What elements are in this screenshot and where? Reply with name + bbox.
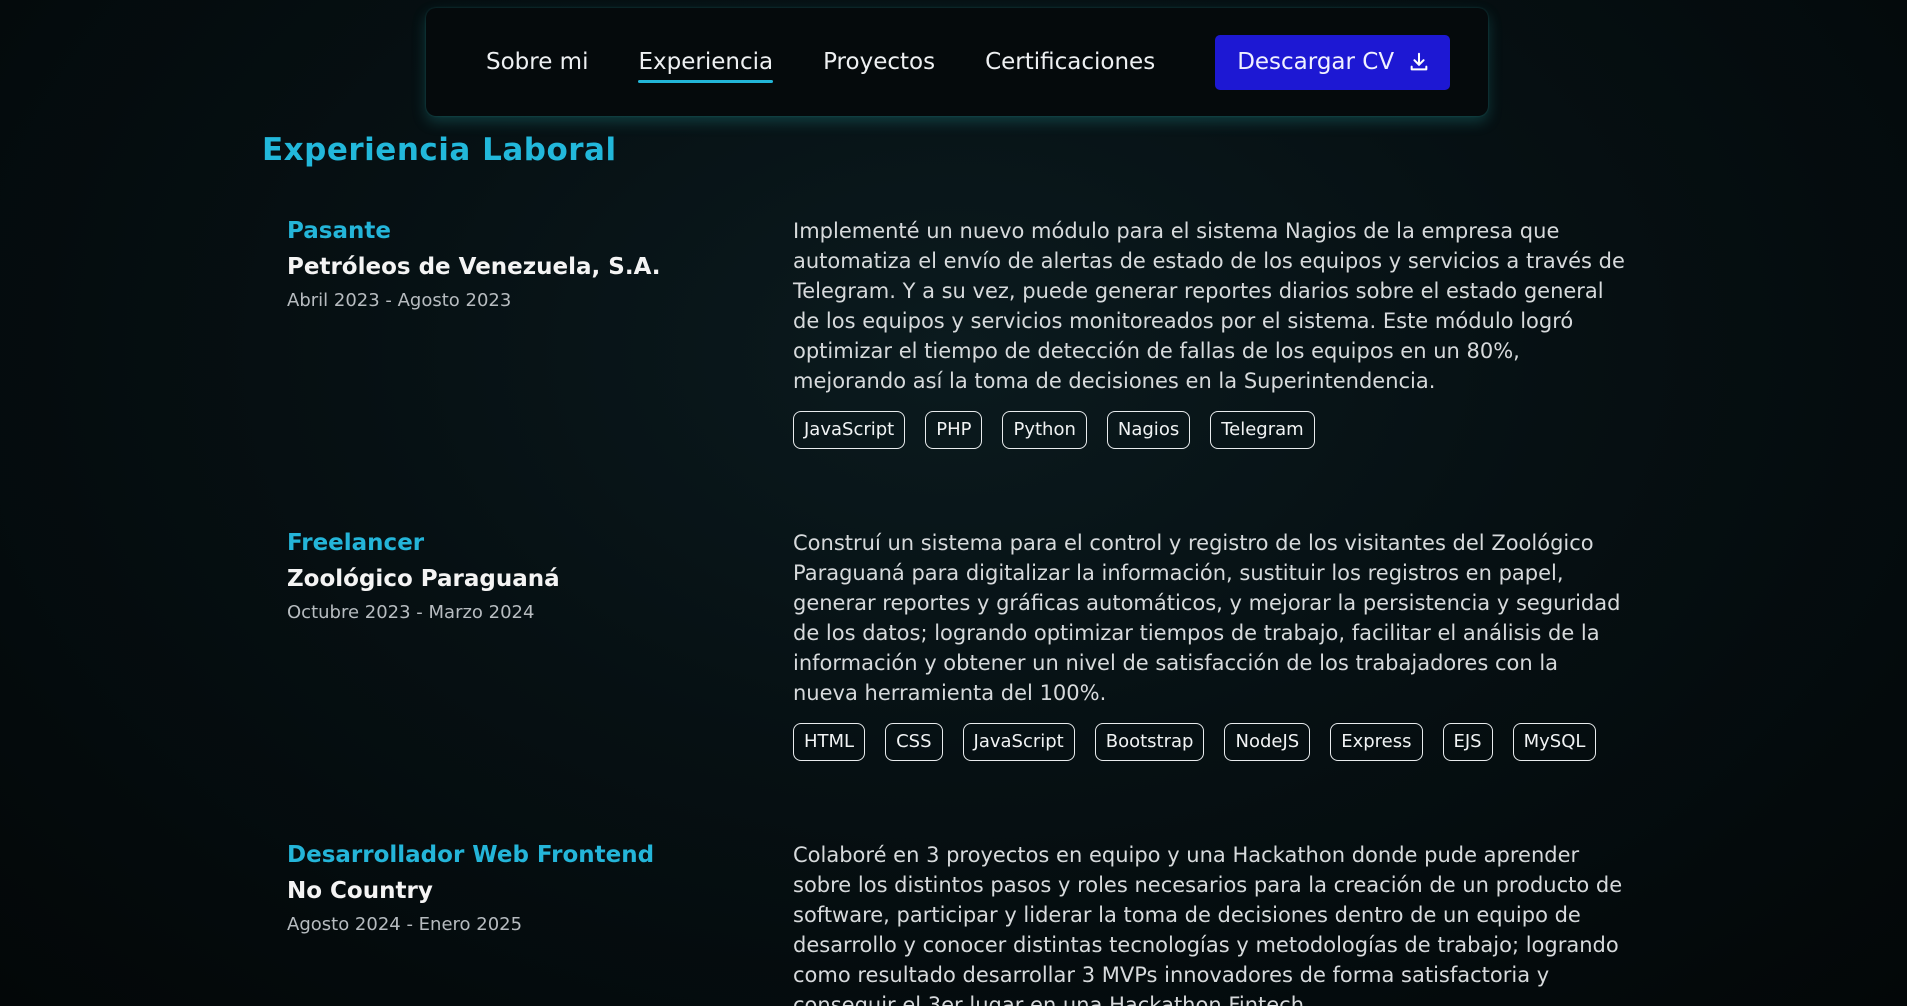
tech-tag: Nagios bbox=[1106, 411, 1191, 449]
job-role: Freelancer bbox=[287, 530, 425, 556]
job-role: Desarrollador Web Frontend bbox=[287, 842, 655, 868]
tech-tag: NodeJS bbox=[1224, 723, 1311, 761]
job-description: Colaboré en 3 proyectos en equipo y una … bbox=[793, 843, 1623, 1006]
job-company: No Country bbox=[287, 878, 433, 904]
job-role: Pasante bbox=[287, 218, 391, 244]
job-company: Zoológico Paraguaná bbox=[287, 566, 560, 592]
tech-tag: MySQL bbox=[1512, 723, 1597, 761]
nav-link-proyectos[interactable]: Proyectos bbox=[823, 49, 935, 83]
job-header: Pasante Petróleos de Venezuela, S.A. Abr… bbox=[287, 216, 767, 314]
nav-link-experiencia[interactable]: Experiencia bbox=[638, 49, 773, 83]
download-cv-label: Descargar CV bbox=[1237, 49, 1395, 75]
job-description: Construí un sistema para el control y re… bbox=[793, 531, 1621, 705]
job-header: Freelancer Zoológico Paraguaná Octubre 2… bbox=[287, 528, 767, 626]
tech-tag: EJS bbox=[1442, 723, 1493, 761]
tech-tag: Express bbox=[1330, 723, 1423, 761]
job-details: Colaboré en 3 proyectos en equipo y una … bbox=[793, 840, 1628, 1006]
download-cv-button[interactable]: Descargar CV bbox=[1215, 34, 1451, 90]
tech-tag: Python bbox=[1002, 411, 1087, 449]
section-title: Experiencia Laboral bbox=[262, 132, 617, 168]
navbar: Sobre mi Experiencia Proyectos Certifica… bbox=[426, 8, 1488, 116]
job-description: Implementé un nuevo módulo para el siste… bbox=[793, 219, 1625, 393]
job-header: Desarrollador Web Frontend No Country Ag… bbox=[287, 840, 767, 938]
tech-tag: HTML bbox=[793, 723, 866, 761]
job-details: Construí un sistema para el control y re… bbox=[793, 528, 1628, 761]
job-dates: Octubre 2023 - Marzo 2024 bbox=[287, 602, 535, 623]
nav-link-certificaciones[interactable]: Certificaciones bbox=[985, 49, 1155, 83]
job-dates: Agosto 2024 - Enero 2025 bbox=[287, 914, 523, 935]
tech-tag: JavaScript bbox=[962, 723, 1075, 761]
tech-tags: HTML CSS JavaScript Bootstrap NodeJS Exp… bbox=[793, 723, 1628, 761]
download-icon bbox=[1410, 52, 1428, 71]
tech-tag: CSS bbox=[885, 723, 943, 761]
job-dates: Abril 2023 - Agosto 2023 bbox=[287, 290, 512, 311]
tech-tag: PHP bbox=[925, 411, 983, 449]
tech-tag: Bootstrap bbox=[1094, 723, 1205, 761]
nav-link-sobre-mi[interactable]: Sobre mi bbox=[486, 49, 588, 83]
job-details: Implementé un nuevo módulo para el siste… bbox=[793, 216, 1628, 449]
tech-tags: JavaScript PHP Python Nagios Telegram bbox=[793, 411, 1628, 449]
job-company: Petróleos de Venezuela, S.A. bbox=[287, 254, 661, 280]
tech-tag: Telegram bbox=[1210, 411, 1315, 449]
tech-tag: JavaScript bbox=[793, 411, 906, 449]
